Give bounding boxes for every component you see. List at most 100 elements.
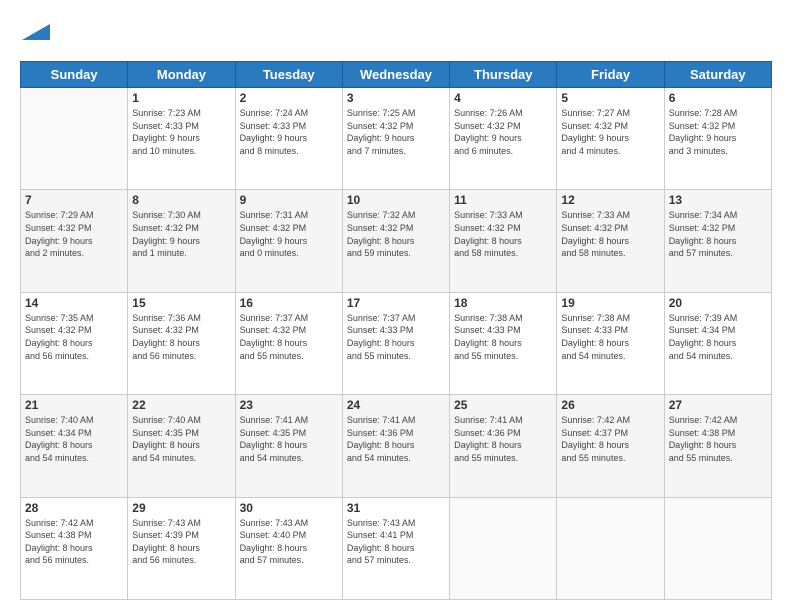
calendar-cell: 10 Sunrise: 7:32 AM Sunset: 4:32 PM Dayli… (342, 190, 449, 292)
calendar-cell: 3 Sunrise: 7:25 AM Sunset: 4:32 PM Daylig… (342, 88, 449, 190)
day-info: Sunrise: 7:32 AM Sunset: 4:32 PM Dayligh… (347, 209, 445, 259)
day-info: Sunrise: 7:27 AM Sunset: 4:32 PM Dayligh… (561, 107, 659, 157)
calendar-cell: 21 Sunrise: 7:40 AM Sunset: 4:34 PM Dayli… (21, 395, 128, 497)
day-header-saturday: Saturday (664, 62, 771, 88)
day-number: 16 (240, 296, 338, 310)
day-number: 22 (132, 398, 230, 412)
day-info: Sunrise: 7:43 AM Sunset: 4:40 PM Dayligh… (240, 517, 338, 567)
day-info: Sunrise: 7:33 AM Sunset: 4:32 PM Dayligh… (561, 209, 659, 259)
day-number: 27 (669, 398, 767, 412)
day-number: 26 (561, 398, 659, 412)
day-info: Sunrise: 7:42 AM Sunset: 4:38 PM Dayligh… (669, 414, 767, 464)
calendar-cell: 28 Sunrise: 7:42 AM Sunset: 4:38 PM Dayli… (21, 497, 128, 599)
day-info: Sunrise: 7:36 AM Sunset: 4:32 PM Dayligh… (132, 312, 230, 362)
calendar-cell: 30Sunrise: 7:43 AM Sunset: 4:40 PM Dayli… (235, 497, 342, 599)
day-header-tuesday: Tuesday (235, 62, 342, 88)
day-info: Sunrise: 7:41 AM Sunset: 4:36 PM Dayligh… (347, 414, 445, 464)
day-number: 31 (347, 501, 445, 515)
day-info: Sunrise: 7:40 AM Sunset: 4:35 PM Dayligh… (132, 414, 230, 464)
calendar-cell: 26Sunrise: 7:42 AM Sunset: 4:37 PM Dayli… (557, 395, 664, 497)
day-header-friday: Friday (557, 62, 664, 88)
day-number: 1 (132, 91, 230, 105)
day-header-monday: Monday (128, 62, 235, 88)
day-number: 18 (454, 296, 552, 310)
day-info: Sunrise: 7:31 AM Sunset: 4:32 PM Dayligh… (240, 209, 338, 259)
day-number: 19 (561, 296, 659, 310)
day-number: 17 (347, 296, 445, 310)
calendar-cell (664, 497, 771, 599)
calendar-cell: 2 Sunrise: 7:24 AM Sunset: 4:33 PM Daylig… (235, 88, 342, 190)
calendar-week-row: 1 Sunrise: 7:23 AM Sunset: 4:33 PM Daylig… (21, 88, 772, 190)
day-number: 5 (561, 91, 659, 105)
day-info: Sunrise: 7:33 AM Sunset: 4:32 PM Dayligh… (454, 209, 552, 259)
day-info: Sunrise: 7:43 AM Sunset: 4:39 PM Dayligh… (132, 517, 230, 567)
calendar-cell: 29 Sunrise: 7:43 AM Sunset: 4:39 PM Dayli… (128, 497, 235, 599)
day-number: 7 (25, 193, 123, 207)
calendar-cell: 24 Sunrise: 7:41 AM Sunset: 4:36 PM Dayli… (342, 395, 449, 497)
day-info: Sunrise: 7:43 AM Sunset: 4:41 PM Dayligh… (347, 517, 445, 567)
day-info: Sunrise: 7:26 AM Sunset: 4:32 PM Dayligh… (454, 107, 552, 157)
logo-icon (22, 18, 50, 46)
day-info: Sunrise: 7:29 AM Sunset: 4:32 PM Dayligh… (25, 209, 123, 259)
day-number: 10 (347, 193, 445, 207)
day-number: 28 (25, 501, 123, 515)
day-number: 24 (347, 398, 445, 412)
day-number: 20 (669, 296, 767, 310)
header (20, 18, 772, 51)
day-number: 8 (132, 193, 230, 207)
day-header-thursday: Thursday (450, 62, 557, 88)
day-number: 21 (25, 398, 123, 412)
day-info: Sunrise: 7:25 AM Sunset: 4:32 PM Dayligh… (347, 107, 445, 157)
day-number: 13 (669, 193, 767, 207)
calendar-cell (21, 88, 128, 190)
calendar-cell: 6 Sunrise: 7:28 AM Sunset: 4:32 PM Daylig… (664, 88, 771, 190)
calendar-cell: 20 Sunrise: 7:39 AM Sunset: 4:34 PM Dayli… (664, 292, 771, 394)
day-info: Sunrise: 7:30 AM Sunset: 4:32 PM Dayligh… (132, 209, 230, 259)
day-number: 14 (25, 296, 123, 310)
day-info: Sunrise: 7:41 AM Sunset: 4:35 PM Dayligh… (240, 414, 338, 464)
calendar-cell: 15 Sunrise: 7:36 AM Sunset: 4:32 PM Dayli… (128, 292, 235, 394)
calendar-week-row: 21 Sunrise: 7:40 AM Sunset: 4:34 PM Dayli… (21, 395, 772, 497)
day-number: 23 (240, 398, 338, 412)
day-info: Sunrise: 7:35 AM Sunset: 4:32 PM Dayligh… (25, 312, 123, 362)
calendar-week-row: 7 Sunrise: 7:29 AM Sunset: 4:32 PM Daylig… (21, 190, 772, 292)
day-info: Sunrise: 7:34 AM Sunset: 4:32 PM Dayligh… (669, 209, 767, 259)
day-info: Sunrise: 7:37 AM Sunset: 4:32 PM Dayligh… (240, 312, 338, 362)
calendar-cell: 25 Sunrise: 7:41 AM Sunset: 4:36 PM Dayli… (450, 395, 557, 497)
day-number: 29 (132, 501, 230, 515)
logo (20, 18, 50, 51)
day-info: Sunrise: 7:24 AM Sunset: 4:33 PM Dayligh… (240, 107, 338, 157)
calendar-cell: 8 Sunrise: 7:30 AM Sunset: 4:32 PM Daylig… (128, 190, 235, 292)
day-info: Sunrise: 7:28 AM Sunset: 4:32 PM Dayligh… (669, 107, 767, 157)
calendar-cell: 11Sunrise: 7:33 AM Sunset: 4:32 PM Dayli… (450, 190, 557, 292)
day-number: 3 (347, 91, 445, 105)
day-number: 2 (240, 91, 338, 105)
calendar-table: SundayMondayTuesdayWednesdayThursdayFrid… (20, 61, 772, 600)
day-number: 15 (132, 296, 230, 310)
calendar-cell: 1 Sunrise: 7:23 AM Sunset: 4:33 PM Daylig… (128, 88, 235, 190)
calendar-cell: 12 Sunrise: 7:33 AM Sunset: 4:32 PM Dayli… (557, 190, 664, 292)
calendar-cell: 16 Sunrise: 7:37 AM Sunset: 4:32 PM Dayli… (235, 292, 342, 394)
day-info: Sunrise: 7:41 AM Sunset: 4:36 PM Dayligh… (454, 414, 552, 464)
calendar-cell: 14 Sunrise: 7:35 AM Sunset: 4:32 PM Dayli… (21, 292, 128, 394)
calendar-cell: 27 Sunrise: 7:42 AM Sunset: 4:38 PM Dayli… (664, 395, 771, 497)
day-number: 9 (240, 193, 338, 207)
day-info: Sunrise: 7:23 AM Sunset: 4:33 PM Dayligh… (132, 107, 230, 157)
day-info: Sunrise: 7:42 AM Sunset: 4:38 PM Dayligh… (25, 517, 123, 567)
calendar-cell: 18Sunrise: 7:38 AM Sunset: 4:33 PM Dayli… (450, 292, 557, 394)
day-header-sunday: Sunday (21, 62, 128, 88)
day-info: Sunrise: 7:40 AM Sunset: 4:34 PM Dayligh… (25, 414, 123, 464)
day-number: 12 (561, 193, 659, 207)
day-info: Sunrise: 7:39 AM Sunset: 4:34 PM Dayligh… (669, 312, 767, 362)
calendar-cell (557, 497, 664, 599)
calendar-cell: 9 Sunrise: 7:31 AM Sunset: 4:32 PM Daylig… (235, 190, 342, 292)
day-number: 6 (669, 91, 767, 105)
day-number: 25 (454, 398, 552, 412)
calendar-week-row: 14 Sunrise: 7:35 AM Sunset: 4:32 PM Dayli… (21, 292, 772, 394)
day-number: 4 (454, 91, 552, 105)
calendar-header-row: SundayMondayTuesdayWednesdayThursdayFrid… (21, 62, 772, 88)
calendar-cell: 23 Sunrise: 7:41 AM Sunset: 4:35 PM Dayli… (235, 395, 342, 497)
calendar-cell: 22 Sunrise: 7:40 AM Sunset: 4:35 PM Dayli… (128, 395, 235, 497)
calendar-week-row: 28 Sunrise: 7:42 AM Sunset: 4:38 PM Dayli… (21, 497, 772, 599)
calendar-cell: 13 Sunrise: 7:34 AM Sunset: 4:32 PM Dayli… (664, 190, 771, 292)
